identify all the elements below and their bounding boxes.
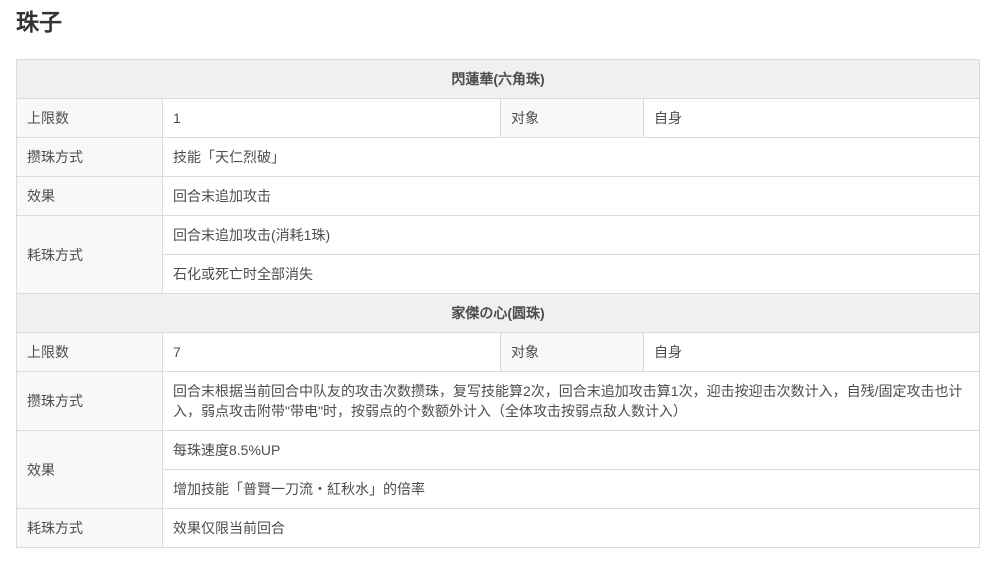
- limit-value: 1: [162, 98, 501, 138]
- effect-value: 每珠速度8.5%UP: [161, 430, 981, 470]
- consume-value: 回合末追加攻击(消耗1珠): [161, 215, 981, 255]
- consume-value: 效果仅限当前回合: [161, 508, 981, 548]
- bead-section-hexagon: 閃蓮華(六角珠) 上限数 1 对象 自身 攒珠方式 技能「天仁烈破」 效果 回合…: [15, 59, 981, 294]
- bead-section-round: 家傑の心(圆珠) 上限数 7 对象 自身 攒珠方式 回合末根据当前回合中队友的攻…: [15, 293, 981, 548]
- page: 珠子 閃蓮華(六角珠) 上限数 1 对象 自身 攒珠方式 技能「天仁烈破」 效果…: [0, 0, 995, 561]
- table-row: 耗珠方式 回合末追加攻击(消耗1珠): [16, 215, 981, 294]
- effect-value: 增加技能「普賢一刀流・紅秋水」的倍率: [161, 469, 981, 509]
- target-label: 对象: [500, 332, 644, 372]
- effect-value: 回合末追加攻击: [161, 176, 981, 216]
- table-row: 效果 回合末追加攻击: [16, 176, 981, 216]
- limit-value: 7: [162, 332, 501, 372]
- page-title: 珠子: [16, 9, 62, 35]
- table-row: 耗珠方式 效果仅限当前回合: [16, 508, 981, 548]
- consume-label: 耗珠方式: [16, 508, 163, 548]
- section-title: 家傑の心(圆珠): [15, 293, 981, 333]
- section-title: 閃蓮華(六角珠): [15, 59, 981, 99]
- target-value: 自身: [642, 332, 981, 372]
- section-header-row: 閃蓮華(六角珠): [15, 59, 981, 99]
- gain-label: 攒珠方式: [16, 371, 163, 431]
- limit-label: 上限数: [16, 332, 163, 372]
- consume-value: 石化或死亡时全部消失: [161, 254, 981, 294]
- consume-label: 耗珠方式: [16, 215, 163, 294]
- table-row: 攒珠方式 技能「天仁烈破」: [16, 137, 981, 177]
- bead-table: 閃蓮華(六角珠) 上限数 1 对象 自身 攒珠方式 技能「天仁烈破」 效果 回合…: [15, 59, 981, 548]
- section-header-row: 家傑の心(圆珠): [15, 293, 981, 333]
- gain-value: 技能「天仁烈破」: [161, 137, 981, 177]
- target-label: 对象: [500, 98, 644, 138]
- gain-value: 回合末根据当前回合中队友的攻击次数攒珠，复写技能算2次，回合末追加攻击算1次，迎…: [161, 371, 981, 431]
- target-value: 自身: [642, 98, 981, 138]
- gain-label: 攒珠方式: [16, 137, 163, 177]
- table-row: 上限数 1 对象 自身: [16, 98, 981, 138]
- table-row: 效果 每珠速度8.5%UP: [16, 430, 981, 509]
- table-row: 上限数 7 对象 自身: [16, 332, 981, 372]
- table-row: 攒珠方式 回合末根据当前回合中队友的攻击次数攒珠，复写技能算2次，回合末追加攻击…: [16, 371, 981, 431]
- effect-label: 效果: [16, 430, 163, 509]
- limit-label: 上限数: [16, 98, 163, 138]
- effect-label: 效果: [16, 176, 163, 216]
